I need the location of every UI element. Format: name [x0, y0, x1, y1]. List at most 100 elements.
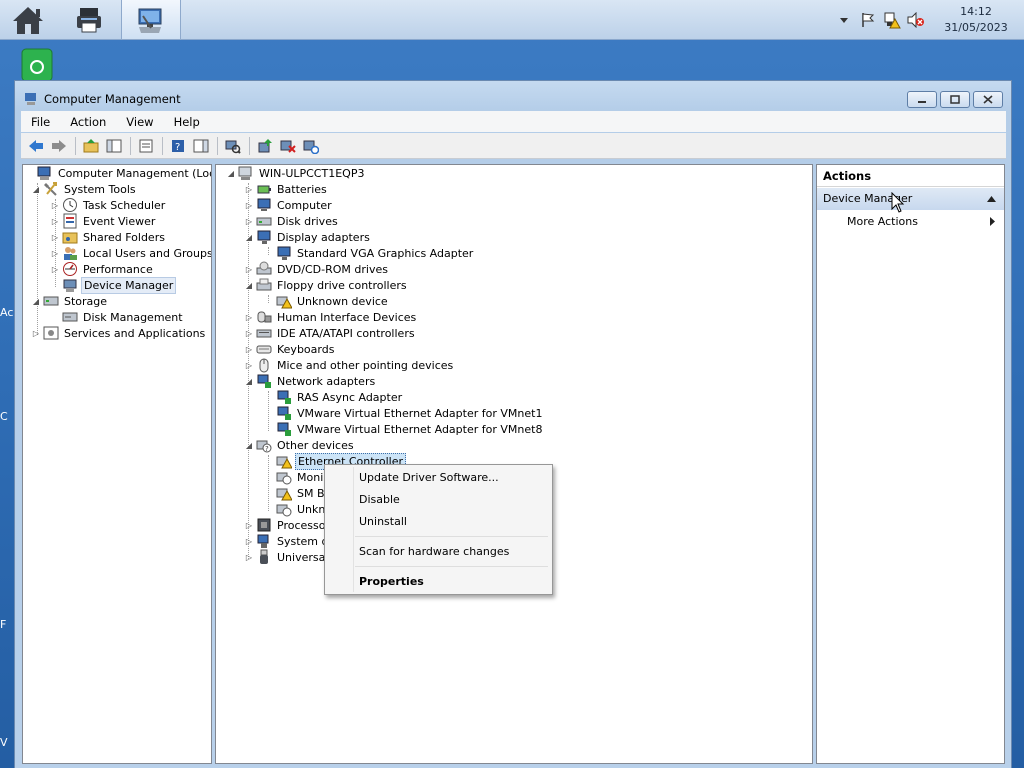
- device-category-display-adapters[interactable]: ◢ Display adapters: [244, 229, 372, 245]
- window-titlebar[interactable]: Computer Management: [15, 81, 1011, 115]
- menu-help[interactable]: Help: [164, 115, 210, 129]
- enable-device-button[interactable]: [300, 135, 322, 157]
- tree-item-device-manager[interactable]: Device Manager: [50, 276, 177, 294]
- collapsed-arrow-icon[interactable]: ▷: [50, 248, 60, 258]
- show-hidden-icons-button[interactable]: [832, 8, 856, 32]
- expanded-arrow-icon[interactable]: ◢: [226, 168, 236, 178]
- device-tree-label: Human Interface Devices: [277, 310, 417, 324]
- taskbar-clock[interactable]: 14:12 31/05/2023: [928, 4, 1024, 36]
- collapsed-arrow-icon[interactable]: ▷: [50, 216, 60, 226]
- expanded-arrow-icon[interactable]: ◢: [31, 296, 41, 306]
- device-standard-vga[interactable]: Standard VGA Graphics Adapter: [264, 245, 475, 261]
- tree-item-shared-folders[interactable]: ▷ Shared Folders: [50, 229, 167, 245]
- tree-item-system-tools[interactable]: ◢ System Tools: [31, 181, 138, 197]
- expanded-arrow-icon[interactable]: ◢: [244, 280, 254, 290]
- expanded-arrow-icon[interactable]: ◢: [244, 440, 254, 450]
- maximize-button[interactable]: [940, 91, 970, 108]
- menu-item-uninstall[interactable]: Uninstall: [359, 515, 407, 528]
- menu-view[interactable]: View: [116, 115, 163, 129]
- device-category-hid[interactable]: ▷ Human Interface Devices: [244, 309, 418, 325]
- device-category-batteries[interactable]: ▷ Batteries: [244, 181, 329, 197]
- update-driver-button[interactable]: [254, 135, 276, 157]
- collapsed-arrow-icon[interactable]: ▷: [50, 232, 60, 242]
- up-one-level-button[interactable]: [80, 135, 102, 157]
- collapsed-arrow-icon[interactable]: ▷: [244, 216, 254, 226]
- device-category-usb[interactable]: ▷ Universal: [244, 549, 330, 565]
- device-category-other-devices[interactable]: ◢ ? Other devices: [244, 437, 356, 454]
- device-unknown-partial[interactable]: Unkn: [264, 501, 327, 517]
- device-tree-root[interactable]: ◢ WIN-ULPCCT1EQP3: [226, 165, 366, 181]
- collapsed-arrow-icon[interactable]: ▷: [50, 200, 60, 210]
- device-vmware-vmnet1[interactable]: VMware Virtual Ethernet Adapter for VMne…: [264, 405, 544, 421]
- tree-item-disk-management[interactable]: Disk Management: [50, 309, 185, 325]
- collapsed-arrow-icon[interactable]: ▷: [244, 344, 254, 354]
- device-category-floppy[interactable]: ◢ Floppy drive controllers: [244, 277, 409, 293]
- tree-item-computer-management[interactable]: Computer Management (Local): [25, 165, 211, 181]
- device-ras-async-adapter[interactable]: RAS Async Adapter: [264, 389, 404, 405]
- collapse-triangle-icon[interactable]: [987, 196, 996, 202]
- menu-action[interactable]: Action: [60, 115, 116, 129]
- back-button[interactable]: [25, 135, 47, 157]
- menu-item-properties[interactable]: Properties: [359, 575, 424, 588]
- device-tree-label: SM B: [297, 486, 325, 500]
- volume-button[interactable]: [904, 8, 928, 32]
- recycle-bin-icon[interactable]: [18, 47, 56, 83]
- tree-item-storage[interactable]: ◢ Storage: [31, 293, 109, 309]
- collapsed-arrow-icon[interactable]: ▷: [244, 312, 254, 322]
- taskbar-computer-management-button[interactable]: [121, 0, 181, 40]
- uninstall-device-button[interactable]: [277, 135, 299, 157]
- system-tray: 14:12 31/05/2023: [832, 0, 1024, 40]
- expanded-arrow-icon[interactable]: ◢: [244, 232, 254, 242]
- tree-item-task-scheduler[interactable]: ▷ Task Scheduler: [50, 197, 167, 213]
- action-center-button[interactable]: [856, 8, 880, 32]
- device-vmware-vmnet8[interactable]: VMware Virtual Ethernet Adapter for VMne…: [264, 421, 544, 437]
- device-category-computer[interactable]: ▷ Computer: [244, 197, 334, 213]
- device-category-network-adapters[interactable]: ◢ Network adapters: [244, 373, 377, 389]
- more-actions-item[interactable]: More Actions: [847, 215, 918, 228]
- collapsed-arrow-icon[interactable]: ▷: [244, 552, 254, 562]
- taskbar-home-button[interactable]: [0, 0, 56, 40]
- device-category-keyboards[interactable]: ▷ Keyboards: [244, 341, 336, 357]
- collapsed-arrow-icon[interactable]: ▷: [244, 360, 254, 370]
- tree-item-performance[interactable]: ▷ Performance: [50, 261, 155, 277]
- taskbar-printer-button[interactable]: [61, 0, 117, 40]
- tree-expander[interactable]: [25, 168, 35, 178]
- minimize-button[interactable]: [907, 91, 937, 108]
- tree-item-local-users-groups[interactable]: ▷ Local Users and Groups: [50, 245, 211, 261]
- collapsed-arrow-icon[interactable]: ▷: [244, 536, 254, 546]
- collapsed-arrow-icon[interactable]: ▷: [244, 520, 254, 530]
- device-category-system-devices[interactable]: ▷ System d: [244, 533, 331, 549]
- menu-item-scan-hardware[interactable]: Scan for hardware changes: [359, 545, 509, 558]
- device-category-mice[interactable]: ▷ Mice and other pointing devices: [244, 357, 455, 373]
- collapsed-arrow-icon[interactable]: ▷: [244, 200, 254, 210]
- menu-file[interactable]: File: [21, 115, 60, 129]
- collapsed-arrow-icon[interactable]: ▷: [244, 184, 254, 194]
- device-category-disk-drives[interactable]: ▷ Disk drives: [244, 213, 340, 229]
- tree-item-services-applications[interactable]: ▷ Services and Applications: [31, 325, 207, 341]
- collapsed-arrow-icon[interactable]: ▷: [244, 264, 254, 274]
- collapsed-arrow-icon[interactable]: ▷: [31, 328, 41, 338]
- device-category-ide[interactable]: ▷ IDE ATA/ATAPI controllers: [244, 325, 417, 341]
- forward-button[interactable]: [48, 135, 70, 157]
- actions-device-manager-section[interactable]: Device Manager: [817, 188, 1004, 210]
- device-smbus-partial[interactable]: SM B: [264, 485, 327, 501]
- device-category-dvd-cdrom[interactable]: ▷ DVD/CD-ROM drives: [244, 261, 390, 277]
- show-hide-action-pane-button[interactable]: [190, 135, 212, 157]
- menu-item-disable[interactable]: Disable: [359, 493, 400, 506]
- expanded-arrow-icon[interactable]: ◢: [244, 376, 254, 386]
- network-button[interactable]: [880, 8, 904, 32]
- export-list-button[interactable]: [135, 135, 157, 157]
- device-category-processors[interactable]: ▷ Processo: [244, 517, 327, 533]
- menu-item-update-driver[interactable]: Update Driver Software...: [359, 471, 499, 484]
- collapsed-arrow-icon[interactable]: ▷: [50, 264, 60, 274]
- close-button[interactable]: [973, 91, 1003, 108]
- display-adapter-icon: [277, 246, 291, 260]
- show-hide-console-tree-button[interactable]: [103, 135, 125, 157]
- expanded-arrow-icon[interactable]: ◢: [31, 184, 41, 194]
- help-button[interactable]: ?: [167, 135, 189, 157]
- device-unknown-device[interactable]: Unknown device: [264, 293, 390, 309]
- device-monitor-partial[interactable]: Moni: [264, 469, 325, 485]
- scan-hardware-button[interactable]: [222, 135, 244, 157]
- tree-item-event-viewer[interactable]: ▷ Event Viewer: [50, 213, 157, 229]
- collapsed-arrow-icon[interactable]: ▷: [244, 328, 254, 338]
